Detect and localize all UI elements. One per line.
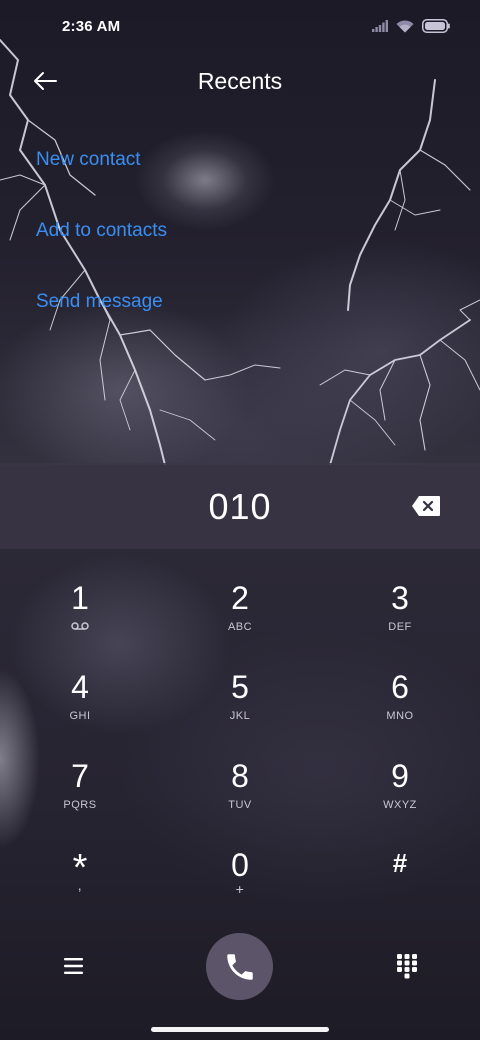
status-bar: 2:36 AM <box>0 0 480 56</box>
new-contact-link[interactable]: New contact <box>36 148 141 172</box>
phone-icon <box>226 953 253 980</box>
signal-icon <box>372 20 388 32</box>
key-5-letters: JKL <box>229 710 251 722</box>
key-8-digit: 8 <box>231 758 249 794</box>
key-4[interactable]: 4 GHI <box>20 668 140 748</box>
wifi-icon <box>396 19 414 32</box>
key-6-digit: 6 <box>391 669 409 705</box>
key-0[interactable]: 0 + <box>180 846 300 926</box>
key-4-digit: 4 <box>71 669 89 705</box>
backspace-button[interactable] <box>411 495 441 517</box>
backspace-icon <box>412 496 440 516</box>
call-button[interactable] <box>206 933 273 1000</box>
add-to-contacts-link[interactable]: Add to contacts <box>36 219 167 243</box>
key-9-letters: WXYZ <box>383 799 417 811</box>
voicemail-icon <box>71 622 89 630</box>
key-hash[interactable]: # <box>340 846 460 926</box>
key-0-digit: 0 <box>231 847 249 883</box>
key-2-digit: 2 <box>231 580 249 616</box>
menu-button[interactable] <box>60 952 88 980</box>
send-message-link[interactable]: Send message <box>36 290 163 314</box>
key-5[interactable]: 5 JKL <box>180 668 300 748</box>
dialpad-icon <box>397 954 417 979</box>
key-1[interactable]: 1 <box>20 579 140 659</box>
menu-icon <box>64 958 83 974</box>
key-1-digit: 1 <box>71 580 89 616</box>
key-3[interactable]: 3 DEF <box>340 579 460 659</box>
key-4-letters: GHI <box>69 710 91 722</box>
key-6[interactable]: 6 MNO <box>340 668 460 748</box>
key-hash-digit: # <box>392 848 408 878</box>
key-5-digit: 5 <box>231 669 249 705</box>
dialpad-button[interactable] <box>396 953 418 979</box>
home-indicator[interactable] <box>151 1027 329 1032</box>
battery-icon <box>422 19 450 33</box>
key-star[interactable]: * , <box>20 846 140 926</box>
key-8[interactable]: 8 TUV <box>180 757 300 837</box>
key-star-letters: , <box>77 877 83 893</box>
key-7[interactable]: 7 PQRS <box>20 757 140 837</box>
key-9[interactable]: 9 WXYZ <box>340 757 460 837</box>
key-8-letters: TUV <box>228 799 252 811</box>
dialed-number: 010 <box>208 486 272 527</box>
key-6-letters: MNO <box>386 710 414 722</box>
page-title: Recents <box>197 68 283 94</box>
key-9-digit: 9 <box>391 758 409 794</box>
number-display: 010 <box>0 463 480 549</box>
key-7-letters: PQRS <box>63 799 97 811</box>
key-3-digit: 3 <box>391 580 409 616</box>
key-2-letters: ABC <box>227 621 253 633</box>
key-0-letters: + <box>235 881 245 897</box>
key-3-letters: DEF <box>388 621 412 633</box>
status-icons <box>372 19 450 33</box>
key-7-digit: 7 <box>71 758 89 794</box>
status-time: 2:36 AM <box>62 18 121 35</box>
key-2[interactable]: 2 ABC <box>180 579 300 659</box>
